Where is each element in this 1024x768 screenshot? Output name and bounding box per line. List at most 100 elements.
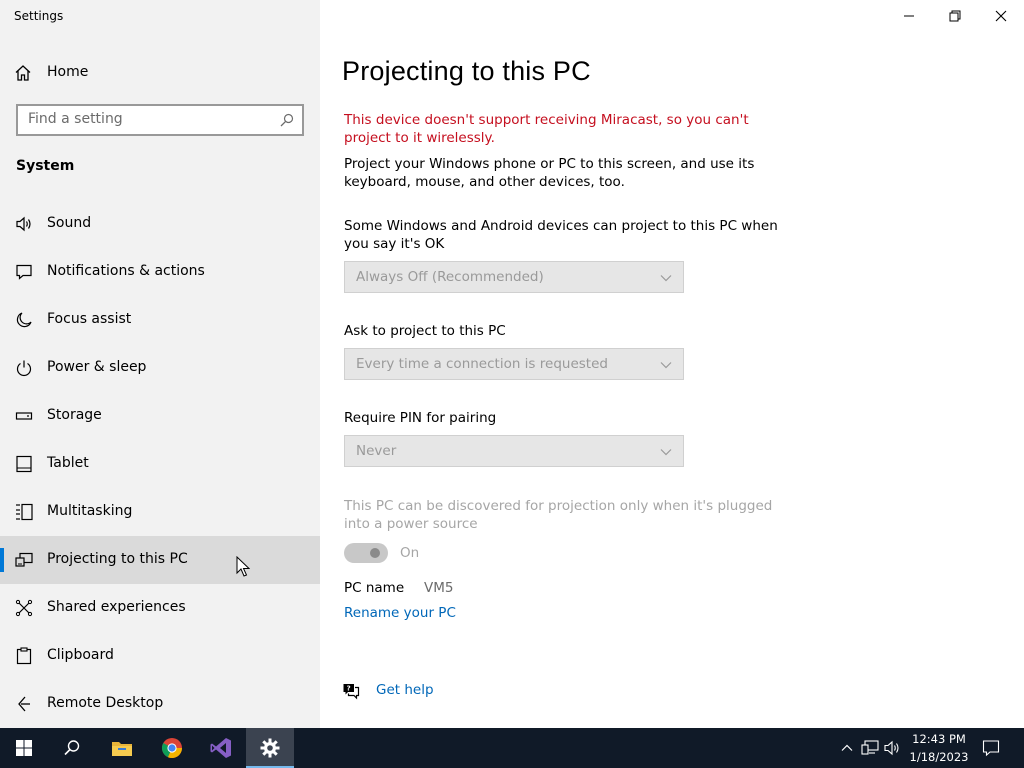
sidebar-item-storage[interactable]: Storage — [0, 392, 320, 440]
sidebar-item-label: Remote Desktop — [47, 695, 164, 711]
sidebar: Settings Home Find a setting System Soun… — [0, 0, 320, 728]
require-pin-dropdown[interactable]: Never — [344, 435, 684, 467]
ask-to-project-dropdown[interactable]: Every time a connection is requested — [344, 348, 684, 380]
power-icon — [16, 360, 32, 377]
section-label: System — [16, 158, 75, 174]
restore-button[interactable] — [932, 0, 978, 32]
show-hidden-icons-button[interactable] — [838, 738, 856, 758]
action-center-button[interactable] — [982, 738, 1000, 758]
speaker-icon — [884, 740, 899, 756]
notification-icon — [16, 264, 32, 280]
sidebar-item-label: Storage — [47, 407, 102, 423]
sidebar-item-label: Projecting to this PC — [47, 551, 188, 567]
sidebar-item-remote-desktop[interactable]: Remote Desktop — [0, 680, 320, 728]
projecting-icon — [15, 552, 33, 567]
chevron-down-icon — [660, 449, 672, 456]
chevron-down-icon — [660, 275, 672, 282]
pc-name-value: VM5 — [424, 580, 454, 596]
close-button[interactable] — [978, 0, 1024, 32]
tablet-icon — [16, 455, 32, 473]
sidebar-item-home[interactable]: Home — [0, 56, 320, 90]
miracast-error-text: This device doesn't support receiving Mi… — [344, 112, 749, 146]
search-icon — [64, 740, 80, 756]
mouse-cursor-icon — [236, 556, 250, 577]
taskbar-search-button[interactable] — [48, 728, 96, 768]
search-placeholder: Find a setting — [28, 111, 123, 127]
start-button[interactable] — [0, 728, 48, 768]
taskbar-settings[interactable] — [246, 728, 294, 768]
help-chat-icon: ? — [343, 684, 360, 700]
pc-name-label: PC name — [344, 580, 405, 596]
home-icon — [15, 65, 31, 81]
clock-time: 12:43 PM — [912, 732, 966, 746]
chevron-down-icon — [660, 362, 672, 369]
storage-icon — [15, 412, 33, 420]
remote-desktop-icon — [18, 696, 30, 712]
setting-label: Ask to project to this PC — [344, 323, 506, 339]
selection-indicator — [0, 548, 4, 572]
sidebar-item-label: Notifications & actions — [47, 263, 205, 279]
shared-experiences-icon — [15, 599, 33, 617]
minimize-icon — [904, 15, 914, 17]
dropdown-value: Every time a connection is requested — [356, 356, 608, 372]
taskbar-file-explorer[interactable] — [98, 728, 146, 768]
taskbar-visual-studio[interactable] — [197, 728, 245, 768]
setting-label: Some Windows and Android devices can pro… — [344, 218, 778, 252]
power-source-note: This PC can be discovered for projection… — [344, 498, 773, 532]
rename-pc-link[interactable]: Rename your PC — [344, 605, 456, 621]
network-icon — [861, 740, 879, 755]
sidebar-item-label: Multitasking — [47, 503, 133, 519]
sidebar-item-label: Tablet — [47, 455, 89, 471]
sidebar-item-label: Focus assist — [47, 311, 132, 327]
settings-icon — [260, 738, 280, 758]
minimize-button[interactable] — [886, 0, 932, 32]
dropdown-value: Always Off (Recommended) — [356, 269, 544, 285]
close-icon — [995, 10, 1007, 22]
file-explorer-icon — [112, 742, 132, 756]
taskbar-chrome[interactable] — [148, 728, 196, 768]
sidebar-item-shared-experiences[interactable]: Shared experiences — [0, 584, 320, 632]
svg-text:?: ? — [347, 685, 351, 693]
page-title: Projecting to this PC — [342, 56, 591, 86]
sidebar-item-sound[interactable]: Sound — [0, 200, 320, 248]
taskbar-clock[interactable]: 12:43 PM 1/18/2023 — [904, 730, 974, 766]
sidebar-item-power-sleep[interactable]: Power & sleep — [0, 344, 320, 392]
app-title: Settings — [14, 9, 64, 23]
search-input[interactable]: Find a setting — [16, 104, 304, 136]
multitasking-icon — [16, 503, 33, 521]
intro-text: Project your Windows phone or PC to this… — [344, 156, 755, 190]
notification-icon — [982, 740, 1000, 757]
restore-icon — [949, 10, 961, 22]
sidebar-item-clipboard[interactable]: Clipboard — [0, 632, 320, 680]
sidebar-item-focus-assist[interactable]: Focus assist — [0, 296, 320, 344]
get-help-link[interactable]: Get help — [376, 682, 434, 698]
dropdown-value: Never — [356, 443, 397, 459]
taskbar: 12:43 PM 1/18/2023 — [0, 728, 1024, 768]
sidebar-item-label: Home — [47, 64, 89, 80]
moon-icon — [16, 312, 32, 328]
sidebar-item-tablet[interactable]: Tablet — [0, 440, 320, 488]
clock-date: 1/18/2023 — [909, 750, 969, 764]
network-tray-button[interactable] — [861, 738, 879, 758]
availability-dropdown[interactable]: Always Off (Recommended) — [344, 261, 684, 293]
clipboard-icon — [16, 647, 32, 665]
power-source-toggle[interactable] — [344, 543, 388, 563]
sidebar-item-label: Power & sleep — [47, 359, 147, 375]
speaker-icon — [16, 216, 31, 232]
sidebar-item-label: Clipboard — [47, 647, 114, 663]
toggle-knob — [370, 548, 380, 558]
visual-studio-icon — [210, 738, 231, 758]
main-panel: Projecting to this PC This device doesn'… — [320, 0, 1024, 728]
chevron-up-icon — [841, 744, 853, 751]
sidebar-item-projecting[interactable]: Projecting to this PC — [0, 536, 320, 584]
sidebar-item-multitasking[interactable]: Multitasking — [0, 488, 320, 536]
sidebar-item-label: Shared experiences — [47, 599, 186, 615]
sidebar-item-notifications[interactable]: Notifications & actions — [0, 248, 320, 296]
chrome-icon — [161, 738, 183, 759]
volume-tray-button[interactable] — [884, 738, 902, 758]
start-icon — [16, 740, 32, 756]
sidebar-item-label: Sound — [47, 215, 92, 231]
search-icon — [280, 113, 294, 127]
toggle-state-label: On — [400, 545, 420, 561]
setting-label: Require PIN for pairing — [344, 410, 497, 426]
